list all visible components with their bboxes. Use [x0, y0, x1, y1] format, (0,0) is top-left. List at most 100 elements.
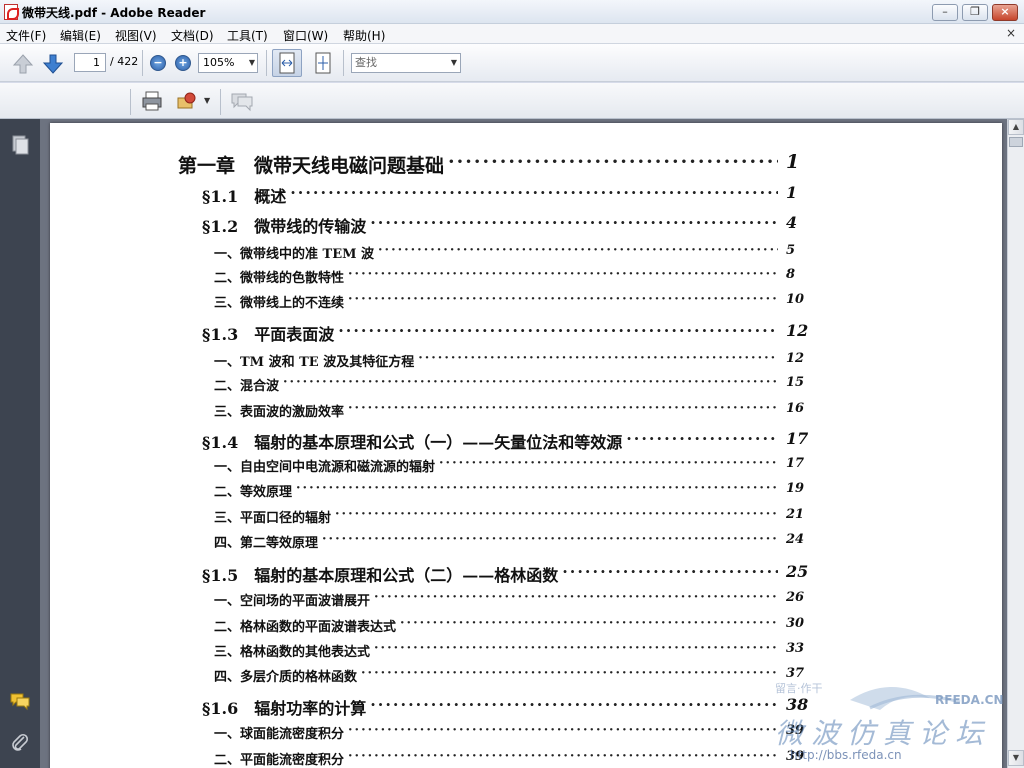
fit-page-button[interactable]: [308, 49, 338, 77]
toc-entry-page: 1: [786, 183, 798, 202]
zoom-in-icon[interactable]: +: [175, 55, 191, 71]
toc-entry[interactable]: 二、微带线的色散特性 8 ·····························…: [50, 267, 850, 289]
toc-leader-dots: ········································…: [400, 616, 778, 631]
menu-file[interactable]: 文件(F): [6, 27, 46, 44]
page-number-input[interactable]: 1: [74, 53, 106, 72]
restore-button[interactable]: ❐: [962, 4, 988, 21]
toc-leader-dots: ········································…: [348, 749, 778, 764]
close-button[interactable]: ×: [992, 4, 1018, 21]
next-page-icon[interactable]: [42, 53, 64, 75]
vertical-scrollbar[interactable]: ▲ ▼: [1007, 119, 1024, 768]
toc-entry[interactable]: 四、多层介质的格林函数 37 ···························…: [50, 666, 850, 688]
toc-entry-page: 17: [786, 429, 809, 448]
toc-entry-title: 一、TM 波和 TE 波及其特征方程: [214, 355, 415, 370]
scroll-thumb[interactable]: [1009, 137, 1023, 147]
toc-leader-dots: ········································…: [338, 321, 778, 340]
toc-entry-page: 19: [786, 481, 805, 496]
toc-entry[interactable]: 三、表面波的激励效率 16 ····························…: [50, 401, 850, 423]
comments-icon[interactable]: [10, 691, 30, 711]
document-close-icon[interactable]: ×: [1006, 26, 1016, 40]
toc-entry-title: 三、平面口径的辐射: [214, 511, 332, 526]
toolbar-separator: [142, 50, 143, 76]
toc-leader-dots: ········································…: [562, 562, 778, 581]
toc-entry[interactable]: §1.4 辐射的基本原理和公式（一）——矢量位法和等效源 17 ··········…: [50, 429, 850, 452]
zoom-out-icon[interactable]: −: [150, 55, 166, 71]
watermark-brand: RFEDA.CN: [935, 693, 1004, 707]
chevron-down-icon[interactable]: ▼: [204, 96, 210, 105]
toolbar-separator: [343, 50, 344, 76]
toc-entry[interactable]: 一、自由空间中电流源和磁流源的辐射 17 ·····················…: [50, 456, 850, 478]
find-input[interactable]: 查找 ▼: [351, 53, 461, 73]
pdf-app-icon: [4, 4, 19, 20]
toc-entry-page: 12: [786, 351, 805, 366]
toc-leader-dots: ········································…: [626, 429, 778, 448]
toc-entry[interactable]: 二、平面能流密度积分 39 ····························…: [50, 749, 850, 768]
toc-leader-dots: ········································…: [348, 401, 778, 416]
toc-entry-page: 12: [786, 321, 809, 340]
print-icon[interactable]: [141, 90, 163, 112]
toc-entry-page: 15: [786, 375, 805, 390]
page-total: / 422: [110, 55, 139, 68]
toc-entry[interactable]: 一、空间场的平面波谱展开 26 ··························…: [50, 590, 850, 612]
previous-page-icon[interactable]: [12, 53, 34, 75]
toc-entry[interactable]: 二、混合波 15 ·································…: [50, 375, 850, 397]
fit-width-icon: [279, 52, 295, 74]
toolbar-separator: [220, 89, 221, 115]
attachments-icon[interactable]: [10, 733, 30, 753]
toc-leader-dots: ········································…: [448, 151, 778, 173]
toc-entry[interactable]: 一、TM 波和 TE 波及其特征方程 12 ····················…: [50, 351, 850, 373]
chevron-down-icon: ▼: [450, 58, 457, 67]
menu-tools[interactable]: 工具(T): [227, 27, 268, 44]
toc-entry[interactable]: 四、第二等效原理 24 ······························…: [50, 532, 850, 554]
toc-entry-title: 第一章 微带天线电磁问题基础: [178, 155, 445, 177]
pages-icon[interactable]: [10, 135, 30, 155]
toc-entry[interactable]: §1.3 平面表面波 12 ····························…: [50, 321, 850, 344]
watermark-title: 微波仿真论坛: [775, 717, 992, 750]
toc-entry[interactable]: §1.5 辐射的基本原理和公式（二）——格林函数 25 ··············…: [50, 562, 850, 585]
toc-entry-title: 三、格林函数的其他表达式: [214, 645, 371, 660]
menu-bar: 文件(F) 编辑(E) 视图(V) 文档(D) 工具(T) 窗口(W) 帮助(H…: [0, 24, 1024, 44]
menu-edit[interactable]: 编辑(E): [60, 27, 101, 44]
toc-entry[interactable]: 一、微带线中的准 TEM 波 5 ·························…: [50, 243, 850, 265]
toc-entry-title: §1.6 辐射功率的计算: [202, 699, 367, 718]
toc-entry[interactable]: 三、平面口径的辐射 21 ·····························…: [50, 507, 850, 529]
toc-entry-page: 26: [786, 590, 805, 605]
toc-entry[interactable]: 三、微带线上的不连续 10 ····························…: [50, 292, 850, 314]
toc-leader-dots: ········································…: [374, 590, 778, 605]
toc-leader-dots: ········································…: [283, 375, 778, 390]
toc-entry-title: 一、空间场的平面波谱展开: [214, 594, 371, 609]
toc-entry[interactable]: 三、格林函数的其他表达式 33 ··························…: [50, 641, 850, 663]
toc-entry-page: 8: [786, 267, 796, 282]
scroll-up-icon[interactable]: ▲: [1008, 119, 1024, 135]
menu-window[interactable]: 窗口(W): [283, 27, 328, 44]
find-placeholder: 查找: [355, 56, 377, 69]
toc-entry[interactable]: 一、球面能流密度积分 39 ····························…: [50, 723, 850, 745]
minimize-button[interactable]: –: [932, 4, 958, 21]
menu-view[interactable]: 视图(V): [115, 27, 157, 44]
scroll-down-icon[interactable]: ▼: [1008, 750, 1024, 766]
toc-entry[interactable]: §1.2 微带线的传输波 4 ···························…: [50, 213, 850, 236]
toc-entry-title: 二、微带线的色散特性: [214, 271, 345, 286]
title-bar: 微带天线.pdf - Adobe Reader – ❐ ×: [0, 0, 1024, 24]
toc-entry-title: §1.4 辐射的基本原理和公式（一）——矢量位法和等效源: [202, 433, 623, 452]
toc-entry[interactable]: §1.6 辐射功率的计算 38 ··························…: [50, 695, 850, 718]
fit-width-button[interactable]: [272, 49, 302, 77]
toc-leader-dots: ········································…: [348, 723, 778, 738]
zoom-value: 105%: [203, 56, 235, 69]
comment-icon[interactable]: [230, 90, 254, 112]
toolbar-separator: [130, 89, 131, 115]
menu-document[interactable]: 文档(D): [171, 27, 214, 44]
toc-entry[interactable]: §1.1 概述 1 ································…: [50, 183, 850, 206]
toc-entry-page: 1: [786, 151, 800, 173]
toc-entry-title: §1.5 辐射的基本原理和公式（二）——格林函数: [202, 566, 559, 585]
toolbar-separator: [266, 50, 267, 76]
toc-entry-title: 三、微带线上的不连续: [214, 296, 345, 311]
menu-help[interactable]: 帮助(H): [343, 27, 385, 44]
zoom-select[interactable]: 105% ▼: [198, 53, 258, 73]
toc-entry[interactable]: 二、等效原理 19 ································…: [50, 481, 850, 503]
toc-entry-page: 33: [786, 641, 805, 656]
toc-entry[interactable]: 第一章 微带天线电磁问题基础 1 ·························…: [50, 151, 850, 177]
email-attach-icon[interactable]: [176, 90, 198, 112]
document-view[interactable]: 第一章 微带天线电磁问题基础 1 ·························…: [40, 119, 1007, 768]
toc-entry[interactable]: 二、格林函数的平面波谱表达式 30 ························…: [50, 616, 850, 638]
